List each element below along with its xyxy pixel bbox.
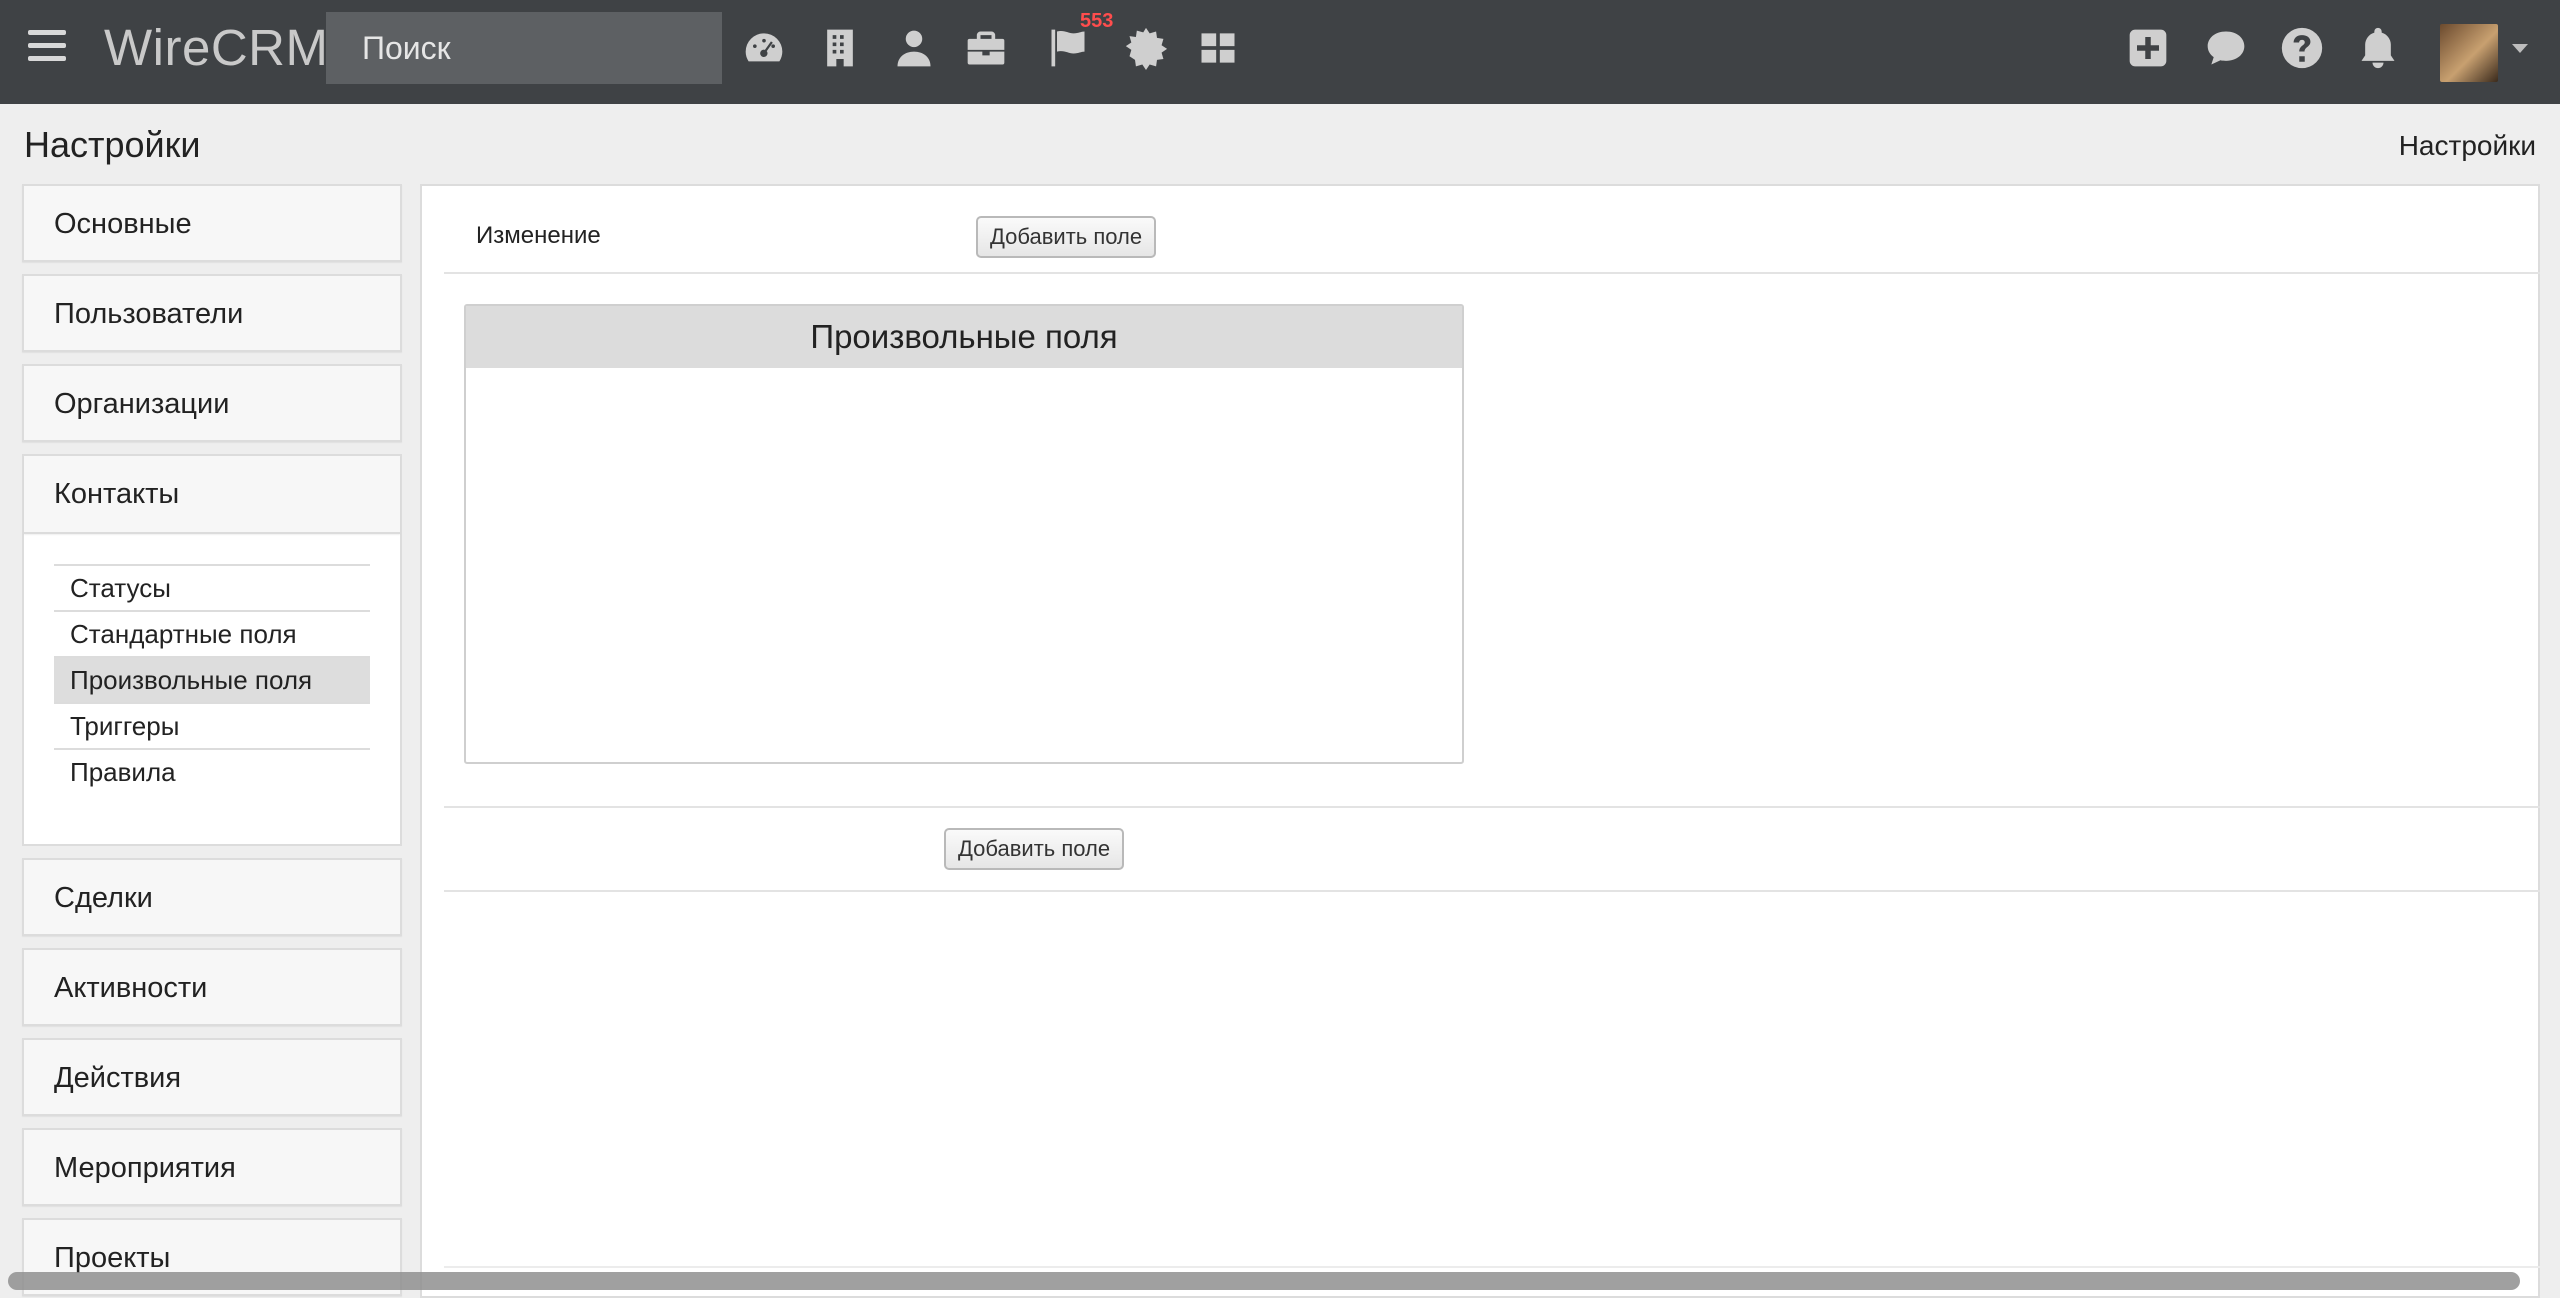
building-icon[interactable] <box>818 26 862 70</box>
custom-fields-panel: Произвольные поля <box>464 304 1464 764</box>
sidebar-item-organizations[interactable]: Организации <box>22 364 402 442</box>
horizontal-scrollbar[interactable] <box>0 1266 2560 1298</box>
panel-title: Произвольные поля <box>466 306 1462 368</box>
submenu-item-custom-fields[interactable]: Произвольные поля <box>54 656 370 702</box>
gear-icon[interactable] <box>1124 26 1168 70</box>
sidebar-item-activities[interactable]: Активности <box>22 948 402 1026</box>
main-content: Изменение Добавить поле Произвольные пол… <box>420 184 2540 1298</box>
top-navbar: WireCRM 553 <box>0 0 2560 104</box>
add-field-bottom-button[interactable]: Добавить поле <box>944 828 1125 870</box>
menu-hamburger-icon[interactable] <box>28 30 66 62</box>
user-avatar[interactable] <box>2440 24 2498 82</box>
submenu-item-standard-fields[interactable]: Стандартные поля <box>54 610 370 656</box>
edit-row: Изменение Добавить поле <box>444 186 2540 274</box>
question-icon[interactable] <box>2280 26 2324 70</box>
comment-icon[interactable] <box>2204 26 2248 70</box>
sidebar-item-general[interactable]: Основные <box>22 184 402 262</box>
sidebar-item-users[interactable]: Пользователи <box>22 274 402 352</box>
breadcrumb[interactable]: Настройки <box>2399 130 2536 162</box>
submenu-item-statuses[interactable]: Статусы <box>54 564 370 610</box>
add-field-button[interactable]: Добавить поле <box>976 216 1157 258</box>
submenu-item-rules[interactable]: Правила <box>54 748 370 794</box>
sidebar-item-actions[interactable]: Действия <box>22 1038 402 1116</box>
sidebar-item-contacts[interactable]: Контакты <box>24 456 400 534</box>
page-title: Настройки <box>24 124 201 165</box>
notification-count-badge: 553 <box>1080 10 1114 32</box>
bell-icon[interactable] <box>2356 26 2400 70</box>
dashboard-icon[interactable] <box>742 26 786 70</box>
chevron-down-icon[interactable] <box>2512 44 2528 53</box>
submenu-item-triggers[interactable]: Триггеры <box>54 702 370 748</box>
plus-square-icon[interactable] <box>2126 26 2170 70</box>
edit-label: Изменение <box>476 222 601 249</box>
person-icon[interactable] <box>892 26 936 70</box>
scrollbar-thumb[interactable] <box>8 1272 2520 1290</box>
settings-sidebar: Основные Пользователи Организации Контак… <box>22 184 402 1298</box>
bottom-actions-row: Добавить поле <box>444 806 2540 892</box>
briefcase-icon[interactable] <box>964 26 1008 70</box>
sidebar-group-contacts: Контакты Статусы Стандартные поля Произв… <box>22 454 402 846</box>
brand-logo[interactable]: WireCRM <box>104 18 328 77</box>
sidebar-item-events[interactable]: Мероприятия <box>22 1128 402 1206</box>
grid-icon[interactable] <box>1196 26 1240 70</box>
contacts-submenu: Статусы Стандартные поля Произвольные по… <box>24 534 400 844</box>
sidebar-item-deals[interactable]: Сделки <box>22 858 402 936</box>
search-input[interactable] <box>326 12 722 84</box>
